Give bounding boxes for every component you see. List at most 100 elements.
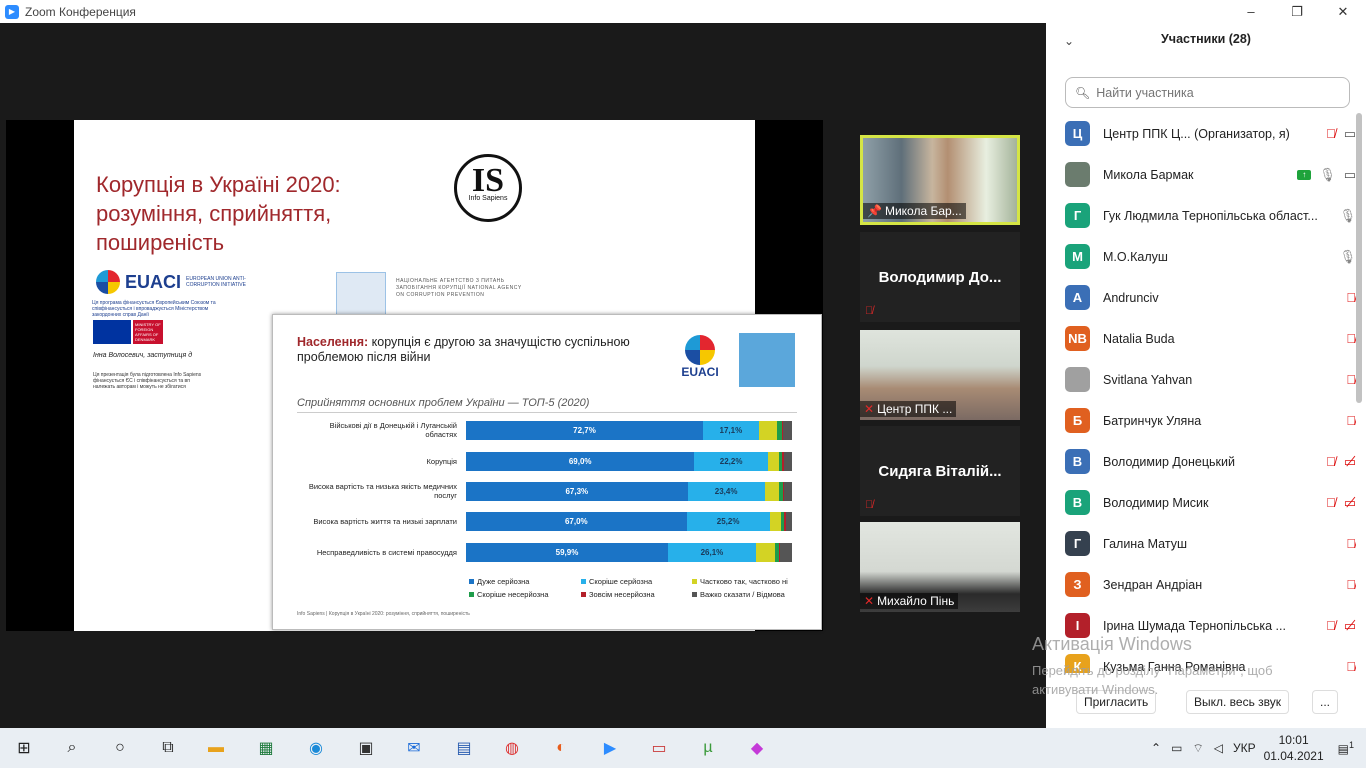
participant-row[interactable]: А Andrunciv 🎙̸	[1046, 277, 1356, 318]
bar-track: 67,3% 23,4%	[466, 482, 792, 501]
video-tile-sydyaga[interactable]: Сидяга Віталій... 🎙̸	[860, 426, 1020, 516]
mic-muted-icon[interactable]: 🎙̸	[1346, 331, 1356, 346]
mic-muted-icon[interactable]: 🎙̸	[1326, 454, 1336, 469]
tray-expand-icon[interactable]: ⌃	[1151, 741, 1161, 755]
mic-muted-icon[interactable]: 🎙̸	[1346, 413, 1356, 428]
mic-icon[interactable]: 🎙	[1319, 167, 1336, 183]
clock[interactable]: 10:01 01.04.2021	[1264, 732, 1324, 764]
participant-row[interactable]: NB Natalia Buda 🎙̸	[1046, 318, 1356, 359]
camera-off-icon[interactable]: ▭̸	[1344, 454, 1356, 470]
task-view-icon[interactable]: ⧉	[156, 736, 180, 760]
participant-row[interactable]: Г Гук Людмила Тернопільська област... 🎙	[1046, 195, 1356, 236]
participant-row[interactable]: В Володимир Донецький 🎙̸ ▭̸	[1046, 441, 1356, 482]
maximize-button[interactable]: ❐	[1274, 0, 1320, 23]
participant-row[interactable]: Ц Центр ППК Ц... (Организатор, я) 🎙̸ ▭	[1046, 113, 1356, 154]
language-indicator[interactable]: УКР	[1233, 741, 1256, 755]
nacp-logo	[336, 272, 386, 316]
mic-icon[interactable]: 🎙	[1339, 249, 1356, 265]
chart-row: Корупція 69,0% 22,2%	[297, 450, 797, 472]
video-tile-volodymyr[interactable]: Володимир До... 🎙̸	[860, 232, 1020, 322]
notifications-icon[interactable]: ▤1	[1338, 740, 1354, 756]
camera-icon[interactable]: ▭	[1344, 126, 1356, 142]
legend-label: Скоріше серйозна	[589, 577, 653, 586]
video-name-label: Сидяга Віталій...	[878, 462, 1002, 480]
participant-row[interactable]: Г Галина Матуш 🎙̸	[1046, 523, 1356, 564]
participant-name: Ірина Шумада Тернопільська ...	[1103, 618, 1286, 633]
mic-muted-icon[interactable]: 🎙̸	[1326, 126, 1336, 141]
invite-button[interactable]: Пригласить	[1076, 690, 1157, 714]
mute-all-button[interactable]: Выкл. весь звук	[1186, 690, 1290, 714]
legend-label: Частково так, частково ні	[700, 577, 788, 586]
window-title: Zoom Конференция	[25, 4, 136, 19]
participant-row[interactable]: Микола Бармак ↑ 🎙 ▭	[1046, 154, 1356, 195]
volume-icon[interactable]: ◁	[1214, 741, 1223, 755]
edge-icon[interactable]: ◉	[304, 736, 328, 760]
battery-icon[interactable]: ▭	[1171, 741, 1182, 755]
participant-status: 🎙̸	[1346, 331, 1356, 346]
participant-list: Ц Центр ППК Ц... (Организатор, я) 🎙̸ ▭ Микол…	[1046, 113, 1356, 673]
bar-segment	[758, 421, 777, 440]
participant-row[interactable]: Svitlana Yahvan 🎙̸	[1046, 359, 1356, 400]
scrollbar[interactable]	[1356, 113, 1362, 403]
zoom-app-icon: ▶	[5, 4, 19, 19]
search-input[interactable]	[1096, 85, 1337, 100]
close-button[interactable]: ✕	[1320, 0, 1366, 23]
camera-icon[interactable]: ▭	[1344, 167, 1356, 183]
mic-muted-icon[interactable]: 🎙̸	[1346, 577, 1356, 592]
participant-row[interactable]: З Зендран Андріан 🎙̸	[1046, 564, 1356, 605]
participant-name: Кузьма Ганна Романівна	[1103, 659, 1246, 674]
legend-swatch	[469, 579, 474, 584]
firefox-icon[interactable]: ◐	[549, 736, 573, 760]
participant-name: Володимир Донецький	[1103, 454, 1235, 469]
mic-icon[interactable]: 🎙	[1339, 208, 1356, 224]
bar-segment: 67,3%	[466, 482, 688, 501]
store-icon[interactable]: ▣	[354, 736, 378, 760]
participant-search[interactable]: 🔍︎	[1065, 77, 1350, 108]
video-tile-mykhailo[interactable]: ✕ Михайло Пінь	[860, 522, 1020, 612]
avatar: Г	[1065, 531, 1090, 556]
viber-icon[interactable]: ◆	[745, 736, 769, 760]
participant-row[interactable]: М М.О.Калуш 🎙	[1046, 236, 1356, 277]
powerpoint-icon[interactable]: ▭	[647, 736, 671, 760]
camera-off-icon[interactable]: ▭̸	[1344, 618, 1356, 634]
mic-muted-icon[interactable]: 🎙̸	[1346, 536, 1356, 551]
bar-segment	[764, 482, 780, 501]
zoom-icon[interactable]: ▶	[598, 736, 622, 760]
cortana-icon[interactable]: ○	[108, 736, 132, 760]
utorrent-icon[interactable]: µ	[696, 736, 720, 760]
mic-muted-icon[interactable]: 🎙̸	[1346, 659, 1356, 673]
video-tile-center[interactable]: ✕ Центр ППК ...	[860, 330, 1020, 420]
start-windows-icon[interactable]: ⊞	[12, 736, 36, 760]
partner-flags: MINISTRY OF FOREIGN AFFAIRS OF DENMARK	[93, 320, 163, 344]
screen-share[interactable]: Корупція в Україні 2020: розуміння, спри…	[6, 120, 823, 631]
legend-item: Скоріше серйозна	[581, 577, 652, 586]
camera-off-icon[interactable]: ▭̸	[1344, 495, 1356, 511]
more-button[interactable]: ...	[1312, 690, 1339, 714]
wifi-icon[interactable]: ⌔	[1192, 741, 1203, 756]
participant-row[interactable]: Б Батринчук Уляна 🎙̸	[1046, 400, 1356, 441]
minimize-button[interactable]: –	[1228, 0, 1274, 23]
video-tile-mykola[interactable]: 📌 Микола Бар...	[860, 135, 1020, 225]
mic-muted-icon: 🎙̸	[865, 499, 874, 511]
participant-row[interactable]: І Ірина Шумада Тернопільська ... 🎙̸ ▭̸	[1046, 605, 1356, 646]
mic-muted-icon: ✕	[864, 402, 875, 416]
mic-muted-icon[interactable]: 🎙̸	[1326, 495, 1336, 510]
panel-footer: Пригласить Выкл. весь звук ...	[1046, 690, 1366, 714]
video-name-label: ✕ Михайло Пінь	[860, 593, 959, 609]
search-icon[interactable]: ⌕	[60, 736, 84, 760]
participant-row[interactable]: К Кузьма Ганна Романівна 🎙̸	[1046, 646, 1356, 673]
mic-muted-icon[interactable]: 🎙̸	[1346, 290, 1356, 305]
excel-icon[interactable]: ▦	[254, 736, 278, 760]
chrome-icon[interactable]: ◍	[500, 736, 524, 760]
mic-muted-icon[interactable]: 🎙̸	[1346, 372, 1356, 387]
participant-status: 🎙̸ ▭̸	[1326, 454, 1356, 470]
mic-muted-icon[interactable]: 🎙̸	[1326, 618, 1336, 633]
file-explorer-icon[interactable]: ▬	[204, 736, 228, 760]
word-icon[interactable]: ▤	[452, 736, 476, 760]
participant-name: Зендран Андріан	[1103, 577, 1203, 592]
presenter-name: Інна Волосевич, заступниця д	[93, 352, 193, 359]
mail-icon[interactable]: ✉	[402, 736, 426, 760]
video-name-label: ✕ Центр ППК ...	[860, 401, 957, 417]
participant-row[interactable]: В Володимир Мисик 🎙̸ ▭̸	[1046, 482, 1356, 523]
legend-swatch	[469, 592, 474, 597]
